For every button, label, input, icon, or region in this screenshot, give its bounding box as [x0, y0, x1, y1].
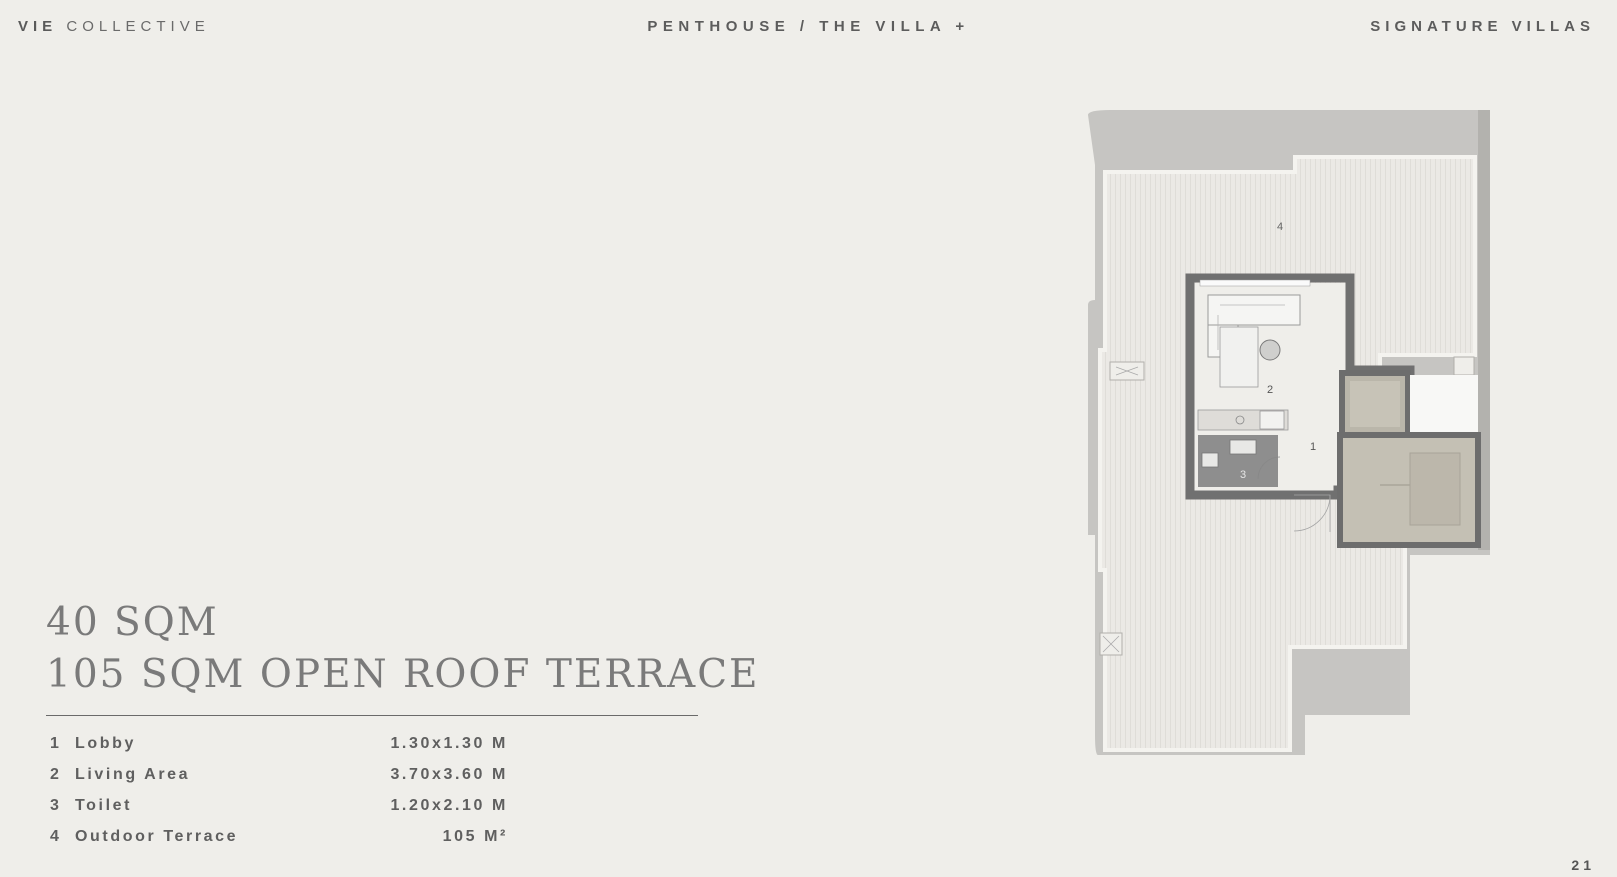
room-name: Toilet — [75, 797, 133, 814]
room-row: 4 Outdoor Terrace 105 M² — [48, 828, 508, 859]
sofa-icon — [1207, 294, 1301, 326]
living-label: 2 — [1267, 384, 1273, 396]
divider — [46, 715, 698, 716]
collection-title: SIGNATURE VILLAS — [1370, 18, 1595, 35]
chaise-icon — [1219, 326, 1259, 388]
basin-icon — [1229, 439, 1257, 455]
skylight-icon — [1453, 356, 1475, 376]
area-headline: 40 SQM 105 SQM OPEN ROOF TERRACE — [46, 597, 760, 701]
room-number: 1 — [50, 735, 62, 752]
room-dimensions: 1.20x2.10 M — [390, 797, 508, 814]
toilet-label: 3 — [1240, 469, 1246, 481]
room-number: 4 — [50, 828, 62, 845]
room-dimensions: 105 M² — [442, 828, 508, 845]
room-row: 1 Lobby 1.30x1.30 M — [48, 735, 508, 766]
toilet-icon — [1201, 452, 1219, 468]
room-number: 3 — [50, 797, 62, 814]
room-name: Outdoor Terrace — [75, 828, 239, 845]
room-row: 2 Living Area 3.70x3.60 M — [48, 766, 508, 797]
room-schedule: 1 Lobby 1.30x1.30 M 2 Living Area 3.70x3… — [48, 735, 508, 859]
terrace-door — [1199, 279, 1311, 287]
table-icon — [1259, 339, 1281, 361]
room-dimensions: 1.30x1.30 M — [390, 735, 508, 752]
room-row: 3 Toilet 1.20x2.10 M — [48, 797, 508, 828]
floor-plan: 4 2 1 3 — [1088, 110, 1490, 755]
room-number: 2 — [50, 766, 62, 783]
headline-area: 40 SQM — [46, 600, 219, 645]
terrace-label: 4 — [1277, 221, 1283, 233]
lift-car — [1350, 381, 1400, 427]
room-dimensions: 3.70x3.60 M — [390, 766, 508, 783]
room-name: Living Area — [75, 766, 191, 783]
room-name: Lobby — [75, 735, 136, 752]
lobby-label: 1 — [1310, 441, 1316, 453]
fridge-icon — [1259, 410, 1285, 430]
page-number: 21 — [1571, 857, 1595, 873]
headline-terrace: 105 SQM OPEN ROOF TERRACE — [46, 652, 760, 697]
stair-well — [1409, 452, 1461, 526]
stair-landing — [1410, 375, 1478, 433]
